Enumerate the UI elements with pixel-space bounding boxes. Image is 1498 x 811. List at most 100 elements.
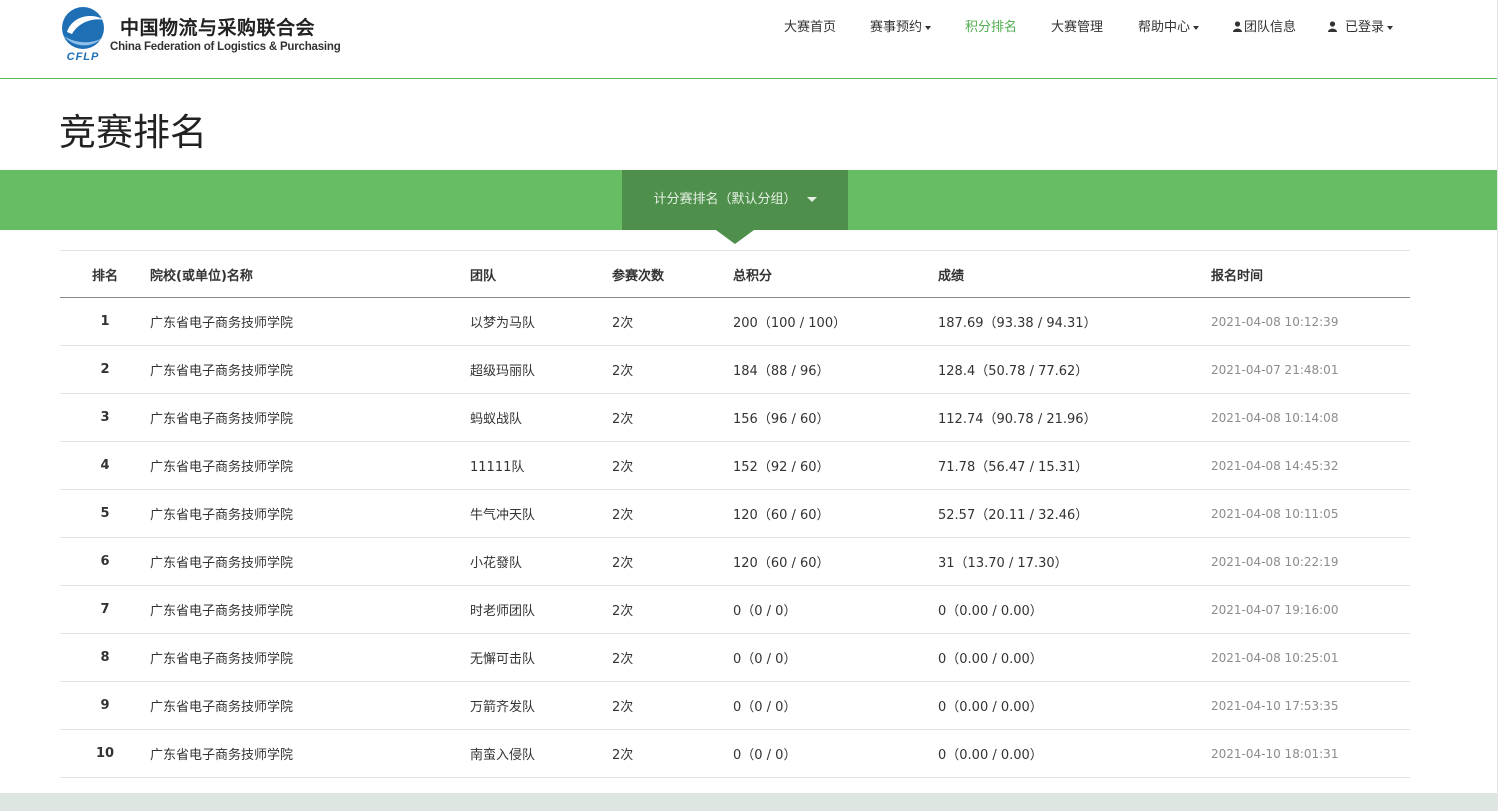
page-title: 竞赛排名 [59, 111, 207, 154]
nav-team-info[interactable]: 团队信息 [1233, 16, 1296, 35]
rank-cell: 10 [95, 746, 115, 761]
column-header-total-score[interactable]: 总积分 [733, 251, 938, 298]
register-time-cell: 2021-04-07 21:48:01 [1211, 362, 1339, 377]
team-cell: 以梦为马队 [470, 316, 536, 331]
register-time-cell: 2021-04-07 19:16:00 [1211, 602, 1339, 617]
table-row: 8 广东省电子商务技师学院 无懈可击队 2次 0（0 / 0） 0（0.00 / 0.00… [60, 634, 1410, 682]
nav-ranking[interactable]: 积分排名 [965, 16, 1017, 35]
chevron-down-icon [1387, 25, 1394, 30]
register-time-cell: 2021-04-08 10:11:05 [1211, 506, 1339, 521]
user-icon [1328, 21, 1337, 32]
nav-home[interactable]: 大赛首页 [784, 16, 836, 35]
result-cell: 128.4（50.78 / 77.62） [938, 364, 1089, 379]
rank-cell: 3 [100, 410, 110, 425]
table-row: 2 广东省电子商务技师学院 超级玛丽队 2次 184（88 / 96） 128.4（50.… [60, 346, 1410, 394]
team-cell: 小花發队 [470, 556, 523, 571]
cflp-logo-icon[interactable]: CFLP [58, 6, 108, 62]
attempts-cell: 2次 [612, 700, 634, 715]
result-cell: 0（0.00 / 0.00） [938, 652, 1043, 667]
register-time-cell: 2021-04-08 14:45:32 [1211, 458, 1339, 473]
school-cell: 广东省电子商务技师学院 [150, 460, 294, 475]
table-row: 6 广东省电子商务技师学院 小花發队 2次 120（60 / 60） 31（13.70 /… [60, 538, 1410, 586]
team-cell: 牛气冲天队 [470, 508, 536, 523]
register-time-cell: 2021-04-08 10:14:08 [1211, 410, 1339, 425]
table-row: 5 广东省电子商务技师学院 牛气冲天队 2次 120（60 / 60） 52.57（20.… [60, 490, 1410, 538]
chevron-down-icon [1193, 25, 1200, 30]
chevron-down-icon [925, 25, 932, 30]
school-cell: 广东省电子商务技师学院 [150, 652, 294, 667]
attempts-cell: 2次 [612, 364, 634, 379]
column-header-result[interactable]: 成绩 [938, 251, 1211, 298]
rank-cell: 7 [100, 602, 110, 617]
column-header-team[interactable]: 团队 [470, 251, 612, 298]
table-row: 1 广东省电子商务技师学院 以梦为马队 2次 200（100 / 100） 187.69（… [60, 298, 1410, 346]
group-selector-dropdown[interactable]: 计分赛排名（默认分组） [622, 170, 848, 230]
nav-team-info-label: 团队信息 [1244, 20, 1297, 35]
rank-cell: 9 [100, 698, 110, 713]
register-time-cell: 2021-04-10 17:53:35 [1211, 698, 1339, 713]
attempts-cell: 2次 [612, 652, 634, 667]
school-cell: 广东省电子商务技师学院 [150, 700, 294, 715]
table-body: 1 广东省电子商务技师学院 以梦为马队 2次 200（100 / 100） 187.69（… [60, 298, 1410, 778]
school-cell: 广东省电子商务技师学院 [150, 364, 294, 379]
nav-account-label: 已登录 [1345, 20, 1385, 35]
rank-cell: 8 [100, 650, 110, 665]
team-cell: 蚂蚁战队 [470, 412, 523, 427]
nav-ranking-label: 积分排名 [965, 20, 1018, 35]
attempts-cell: 2次 [612, 316, 634, 331]
total-score-cell: 0（0 / 0） [733, 604, 797, 619]
total-score-cell: 156（96 / 60） [733, 412, 830, 427]
ranking-table: 排名 院校(或单位)名称 团队 参赛次数 总积分 成绩 报名时间 1 广东省电子商… [60, 250, 1410, 778]
nav-help-dropdown[interactable]: 帮助中心 [1138, 16, 1200, 35]
column-header-attempts[interactable]: 参赛次数 [612, 251, 733, 298]
attempts-cell: 2次 [612, 748, 634, 763]
top-header: CFLP 中国物流与采购联合会 China Federation of Logi… [0, 0, 1498, 79]
attempts-cell: 2次 [612, 556, 634, 571]
column-header-register-time[interactable]: 报名时间 [1211, 251, 1410, 298]
school-cell: 广东省电子商务技师学院 [150, 412, 294, 427]
total-score-cell: 0（0 / 0） [733, 748, 797, 763]
attempts-cell: 2次 [612, 460, 634, 475]
school-cell: 广东省电子商务技师学院 [150, 508, 294, 523]
total-score-cell: 184（88 / 96） [733, 364, 830, 379]
attempts-cell: 2次 [612, 508, 634, 523]
register-time-cell: 2021-04-10 18:01:31 [1211, 746, 1339, 761]
rank-cell: 5 [100, 506, 110, 521]
total-score-cell: 0（0 / 0） [733, 652, 797, 667]
result-cell: 71.78（56.47 / 15.31） [938, 460, 1089, 475]
school-cell: 广东省电子商务技师学院 [150, 556, 294, 571]
group-selector-label: 计分赛排名（默认分组） [653, 192, 797, 207]
ranking-table-container: 排名 院校(或单位)名称 团队 参赛次数 总积分 成绩 报名时间 1 广东省电子商… [60, 250, 1410, 778]
user-icon [1233, 21, 1242, 32]
result-cell: 0（0.00 / 0.00） [938, 748, 1043, 763]
logo-mark-text: CFLP [67, 51, 100, 62]
rank-cell: 6 [100, 554, 110, 569]
total-score-cell: 120（60 / 60） [733, 508, 830, 523]
logo-name-en[interactable]: China Federation of Logistics & Purchasi… [110, 41, 341, 53]
table-header-row: 排名 院校(或单位)名称 团队 参赛次数 总积分 成绩 报名时间 [60, 250, 1410, 298]
nav-management[interactable]: 大赛管理 [1051, 16, 1103, 35]
table-row: 4 广东省电子商务技师学院 11111队 2次 152（92 / 60） 71.78（56… [60, 442, 1410, 490]
register-time-cell: 2021-04-08 10:12:39 [1211, 314, 1339, 329]
caret-down-icon [806, 197, 817, 202]
result-cell: 187.69（93.38 / 94.31） [938, 316, 1097, 331]
nav-booking-label: 赛事预约 [870, 20, 923, 35]
nav-account-dropdown[interactable]: 已登录 [1328, 16, 1394, 35]
footer-strip [0, 793, 1498, 811]
register-time-cell: 2021-04-08 10:22:19 [1211, 554, 1339, 569]
team-cell: 万箭齐发队 [470, 700, 536, 715]
column-header-school[interactable]: 院校(或单位)名称 [150, 251, 470, 298]
team-cell: 时老师团队 [470, 604, 536, 619]
school-cell: 广东省电子商务技师学院 [150, 748, 294, 763]
rank-cell: 1 [100, 314, 110, 329]
table-row: 3 广东省电子商务技师学院 蚂蚁战队 2次 156（96 / 60） 112.74（90.… [60, 394, 1410, 442]
logo-name-cn[interactable]: 中国物流与采购联合会 [120, 13, 315, 40]
column-header-rank[interactable]: 排名 [60, 251, 150, 298]
total-score-cell: 152（92 / 60） [733, 460, 830, 475]
nav-booking-dropdown[interactable]: 赛事预约 [870, 16, 932, 35]
table-row: 10 广东省电子商务技师学院 南蛮入侵队 2次 0（0 / 0） 0（0.00 / 0.0… [60, 730, 1410, 778]
nav-management-label: 大赛管理 [1051, 20, 1104, 35]
result-cell: 31（13.70 / 17.30） [938, 556, 1068, 571]
register-time-cell: 2021-04-08 10:25:01 [1211, 650, 1339, 665]
result-cell: 0（0.00 / 0.00） [938, 604, 1043, 619]
